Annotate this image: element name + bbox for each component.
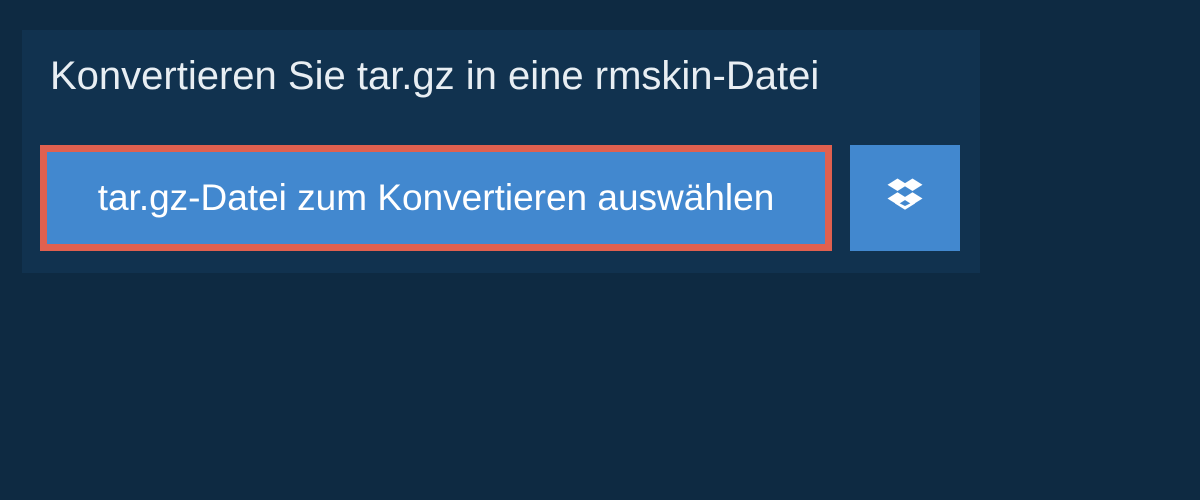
upload-row: tar.gz-Datei zum Konvertieren auswählen xyxy=(22,123,980,273)
file-select-label: tar.gz-Datei zum Konvertieren auswählen xyxy=(98,177,775,219)
page-title: Konvertieren Sie tar.gz in eine rmskin-D… xyxy=(22,30,980,123)
converter-panel: Konvertieren Sie tar.gz in eine rmskin-D… xyxy=(22,30,980,273)
dropbox-icon xyxy=(885,176,925,221)
file-select-button[interactable]: tar.gz-Datei zum Konvertieren auswählen xyxy=(40,145,832,251)
dropbox-button[interactable] xyxy=(850,145,960,251)
